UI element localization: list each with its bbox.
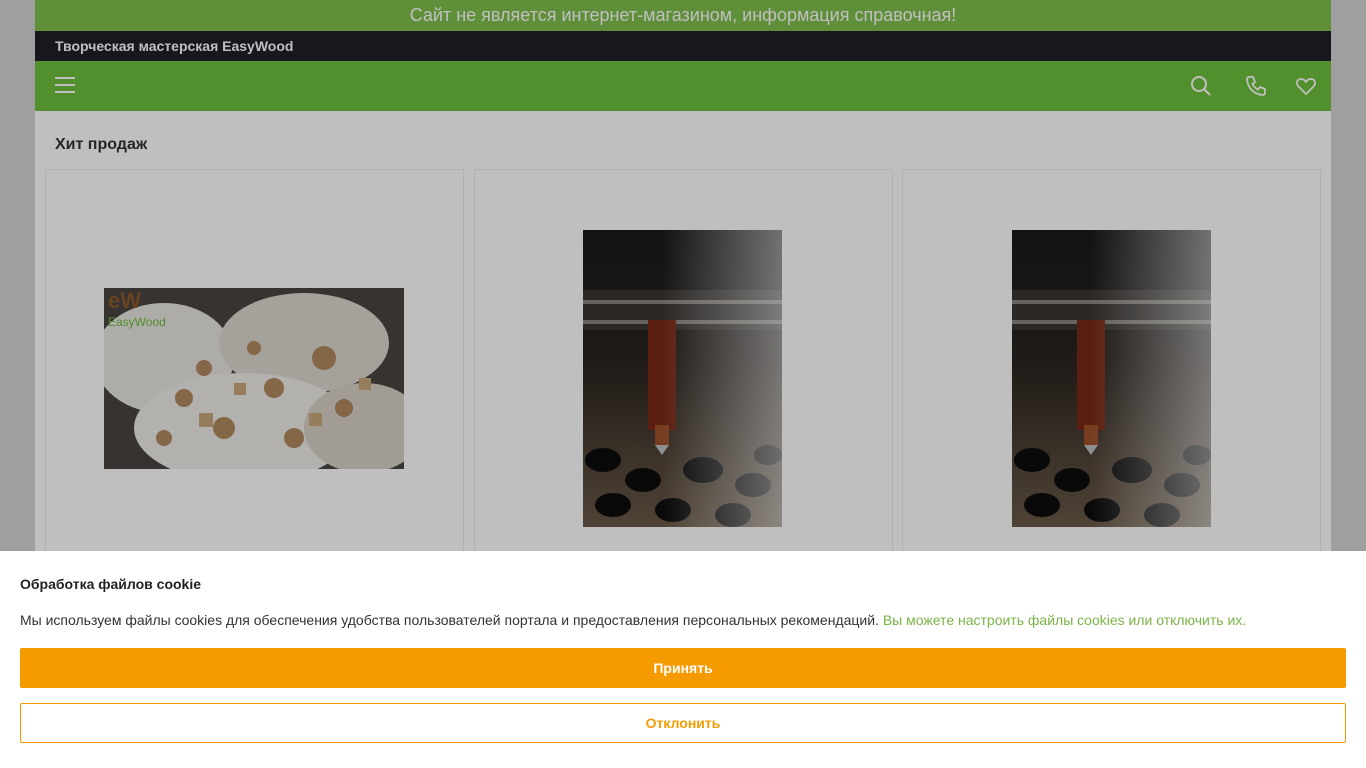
main-navbar xyxy=(35,61,1331,111)
heart-icon[interactable] xyxy=(1294,74,1318,98)
phone-icon[interactable] xyxy=(1244,74,1268,98)
product-image[interactable] xyxy=(1012,230,1211,527)
brand-bar: Творческая мастерская EasyWood xyxy=(35,31,1331,61)
decline-cookies-button[interactable]: Отклонить xyxy=(20,703,1346,743)
cookie-settings-link[interactable]: Вы можете настроить файлы cookies или от… xyxy=(883,612,1246,628)
cookie-title: Обработка файлов cookie xyxy=(20,576,202,592)
accept-cookies-button[interactable]: Принять xyxy=(20,648,1346,688)
search-icon[interactable] xyxy=(1189,74,1213,98)
cookie-description: Мы используем файлы cookies для обеспече… xyxy=(20,612,879,628)
notice-text: Сайт не является интернет-магазином, инф… xyxy=(409,5,957,25)
cookie-banner: Обработка файлов cookie Мы используем фа… xyxy=(0,551,1366,768)
svg-text:eW: eW xyxy=(108,288,141,313)
section-title: Хит продаж xyxy=(55,136,148,153)
product-image[interactable] xyxy=(583,230,782,527)
menu-icon[interactable] xyxy=(55,77,75,95)
cookie-text-line: Мы используем файлы cookies для обеспече… xyxy=(20,612,1246,628)
brand-name[interactable]: Творческая мастерская EasyWood xyxy=(55,38,293,54)
product-image[interactable]: eW EasyWood xyxy=(104,288,404,469)
product-logo-text: EasyWood xyxy=(108,315,166,329)
info-notice-bar: Сайт не является интернет-магазином, инф… xyxy=(35,0,1331,31)
